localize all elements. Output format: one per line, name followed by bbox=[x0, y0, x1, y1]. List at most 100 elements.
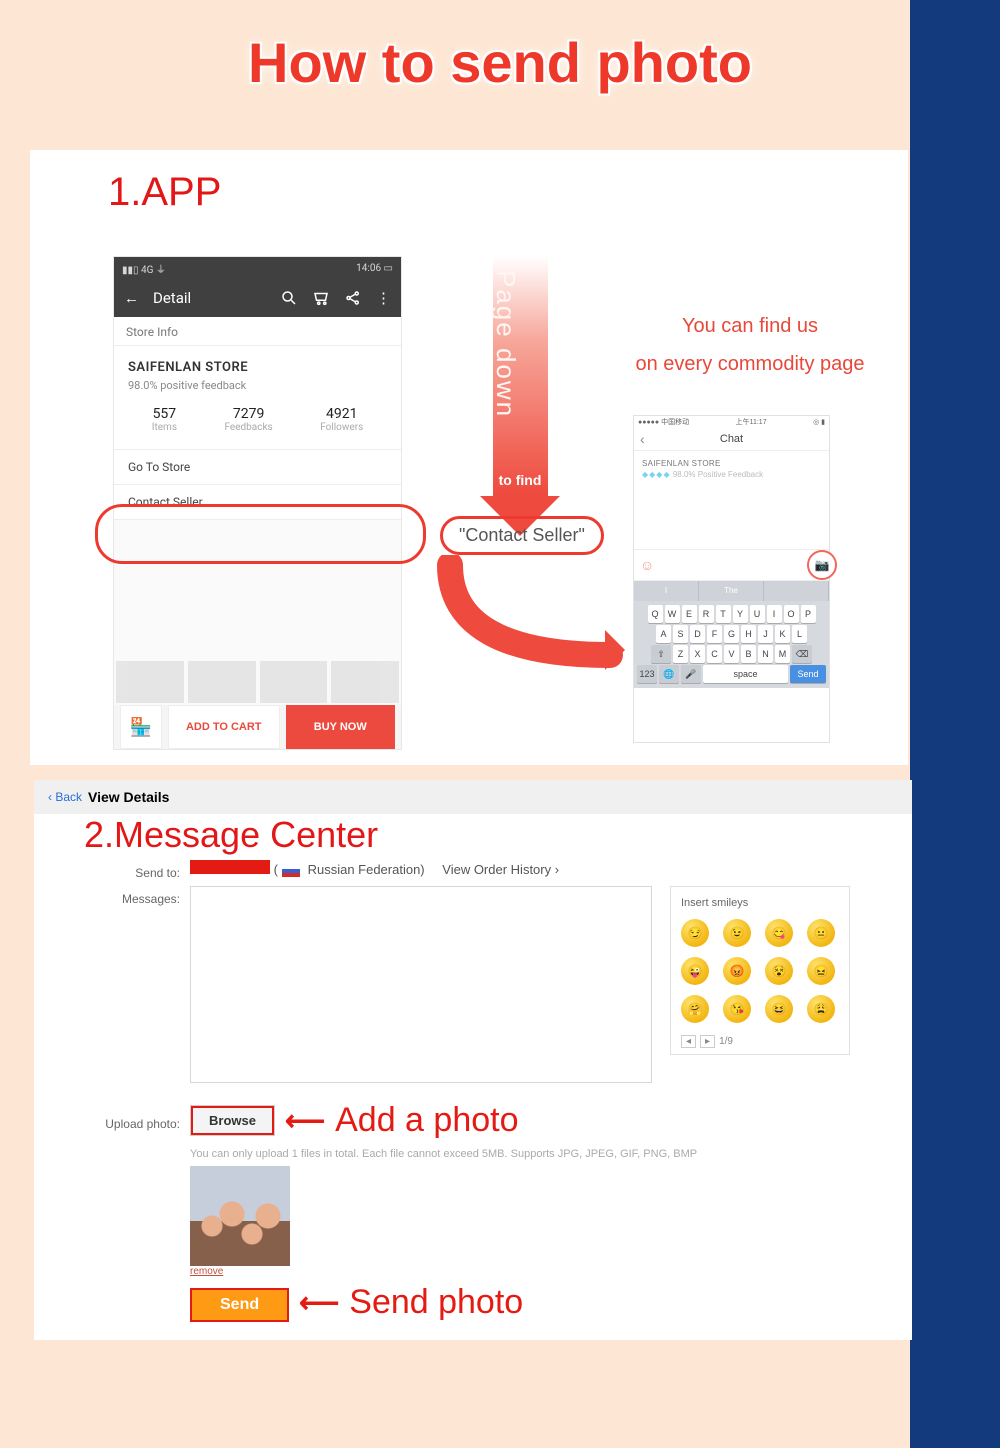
smiley-icon[interactable]: 😏 bbox=[681, 919, 709, 947]
smiley-icon[interactable]: 😡 bbox=[723, 957, 751, 985]
emoji-icon[interactable]: ☺ bbox=[640, 557, 654, 573]
shift-key[interactable]: ⇧ bbox=[651, 645, 671, 663]
key-a[interactable]: A bbox=[656, 625, 671, 643]
stat-items[interactable]: 557 Items bbox=[152, 406, 177, 433]
key-o[interactable]: O bbox=[784, 605, 799, 623]
mic-key[interactable]: 🎤 bbox=[681, 665, 701, 683]
smiley-icon[interactable]: 😜 bbox=[681, 957, 709, 985]
phone1-status-bar: ▮▮▯ 4G ⏚ 14:06 ▭ bbox=[114, 257, 401, 279]
section1-heading: 1.APP bbox=[108, 170, 221, 215]
key-t[interactable]: T bbox=[716, 605, 731, 623]
key-v[interactable]: V bbox=[724, 645, 739, 663]
message-textarea[interactable] bbox=[190, 886, 652, 1083]
upload-hint-row: You can only upload 1 files in total. Ea… bbox=[84, 1144, 892, 1277]
key-q[interactable]: Q bbox=[648, 605, 663, 623]
contact-seller-row[interactable]: Contact Seller bbox=[114, 485, 401, 520]
go-to-store-row[interactable]: Go To Store bbox=[114, 450, 401, 485]
recipient-redacted bbox=[190, 860, 270, 874]
smiley-icon[interactable]: 😩 bbox=[807, 995, 835, 1023]
key-w[interactable]: W bbox=[665, 605, 680, 623]
store-name: SAIFENLAN STORE bbox=[128, 360, 387, 375]
key-e[interactable]: E bbox=[682, 605, 697, 623]
cart-icon[interactable] bbox=[312, 289, 330, 307]
smiley-icon[interactable]: 😋 bbox=[765, 919, 793, 947]
key-p[interactable]: P bbox=[801, 605, 816, 623]
key-n[interactable]: N bbox=[758, 645, 773, 663]
smiley-icon[interactable]: 😆 bbox=[765, 995, 793, 1023]
space-key[interactable]: space bbox=[703, 665, 788, 683]
key-i[interactable]: I bbox=[767, 605, 782, 623]
stat-feedbacks[interactable]: 7279 Feedbacks bbox=[224, 406, 272, 433]
smiley-icon[interactable]: 😘 bbox=[723, 995, 751, 1023]
back-icon[interactable]: ← bbox=[124, 289, 139, 307]
upload-row: Upload photo: Browse ⟵ Add a photo bbox=[84, 1101, 892, 1140]
key-l[interactable]: L bbox=[792, 625, 807, 643]
key-h[interactable]: H bbox=[741, 625, 756, 643]
diamond-icon: ◆◆◆◆ bbox=[642, 470, 671, 479]
key-y[interactable]: Y bbox=[733, 605, 748, 623]
chat-title: Chat bbox=[720, 433, 743, 445]
globe-key[interactable]: 🌐 bbox=[659, 665, 679, 683]
sugg-2[interactable]: The bbox=[699, 581, 764, 601]
phone2-carrier: ●●●●● 中国移动 bbox=[638, 417, 689, 427]
key-k[interactable]: K bbox=[775, 625, 790, 643]
share-icon[interactable] bbox=[344, 289, 362, 307]
phone-chat: ●●●●● 中国移动 上午11:17 ◎ ▮ ‹ Chat SAIFENLAN … bbox=[633, 415, 830, 743]
key-d[interactable]: D bbox=[690, 625, 705, 643]
search-icon[interactable] bbox=[280, 289, 298, 307]
backspace-key[interactable]: ⌫ bbox=[792, 645, 812, 663]
key-u[interactable]: U bbox=[750, 605, 765, 623]
add-to-cart-button[interactable]: ADD TO CART bbox=[168, 705, 280, 749]
key-j[interactable]: J bbox=[758, 625, 773, 643]
key-g[interactable]: G bbox=[724, 625, 739, 643]
send-to-label: Send to: bbox=[84, 860, 190, 880]
smiley-icon[interactable]: 😉 bbox=[723, 919, 751, 947]
camera-icon[interactable]: 📷 bbox=[807, 550, 837, 580]
stat-followers-label: Followers bbox=[320, 422, 363, 433]
store-block: SAIFENLAN STORE 98.0% positive feedback … bbox=[114, 346, 401, 450]
page-right-edge bbox=[910, 0, 1000, 1448]
phone2-nav-bar: ‹ Chat bbox=[634, 428, 829, 451]
view-order-history-link[interactable]: View Order History › bbox=[442, 862, 559, 877]
browse-button[interactable]: Browse bbox=[191, 1106, 274, 1135]
chat-store-feedback: ◆◆◆◆ 98.0% Positive Feedback bbox=[634, 470, 829, 479]
phone2-time: 上午11:17 bbox=[736, 417, 767, 427]
stat-items-label: Items bbox=[152, 422, 177, 433]
view-details-title: View Details bbox=[88, 789, 169, 805]
key-c[interactable]: C bbox=[707, 645, 722, 663]
more-icon[interactable]: ⋮ bbox=[376, 289, 391, 307]
phone-store-detail: ▮▮▯ 4G ⏚ 14:06 ▭ ← Detail ⋮ Store Info S… bbox=[113, 256, 402, 750]
keyboard-suggestions: I The bbox=[634, 581, 829, 601]
uploaded-photo-thumb[interactable] bbox=[190, 1166, 290, 1266]
remove-link[interactable]: remove bbox=[190, 1266, 697, 1277]
phone2-status-bar: ●●●●● 中国移动 上午11:17 ◎ ▮ bbox=[634, 416, 829, 428]
smiley-icon[interactable]: 🤗 bbox=[681, 995, 709, 1023]
key-f[interactable]: F bbox=[707, 625, 722, 643]
smiley-icon[interactable]: 😵 bbox=[765, 957, 793, 985]
buy-now-button[interactable]: BUY NOW bbox=[286, 705, 396, 749]
stat-followers[interactable]: 4921 Followers bbox=[320, 406, 363, 433]
pager-next[interactable]: ▸ bbox=[700, 1035, 715, 1048]
key-x[interactable]: X bbox=[690, 645, 705, 663]
num-key[interactable]: 123 bbox=[637, 665, 657, 683]
chat-back-icon[interactable]: ‹ bbox=[640, 431, 645, 447]
shop-icon[interactable]: 🏪 bbox=[120, 705, 162, 749]
add-photo-annotation: Add a photo bbox=[335, 1101, 518, 1140]
key-b[interactable]: B bbox=[741, 645, 756, 663]
phone1-footer: 🏪 ADD TO CART BUY NOW bbox=[114, 705, 401, 749]
phone1-title: Detail bbox=[153, 289, 266, 307]
key-s[interactable]: S bbox=[673, 625, 688, 643]
key-r[interactable]: R bbox=[699, 605, 714, 623]
send-button[interactable]: Send bbox=[190, 1288, 289, 1322]
key-z[interactable]: Z bbox=[673, 645, 688, 663]
key-m[interactable]: M bbox=[775, 645, 790, 663]
back-link[interactable]: ‹ Back bbox=[48, 790, 82, 804]
sugg-3[interactable] bbox=[764, 581, 829, 601]
sugg-1[interactable]: I bbox=[634, 581, 699, 601]
pager-prev[interactable]: ◂ bbox=[681, 1035, 696, 1048]
side-note-line2: on every commodity page bbox=[600, 345, 900, 383]
smiley-icon[interactable]: 😐 bbox=[807, 919, 835, 947]
smiley-grid: 😏 😉 😋 😐 😜 😡 😵 😖 🤗 😘 😆 😩 bbox=[681, 919, 839, 1023]
keyboard-send-key[interactable]: Send bbox=[790, 665, 826, 683]
smiley-icon[interactable]: 😖 bbox=[807, 957, 835, 985]
